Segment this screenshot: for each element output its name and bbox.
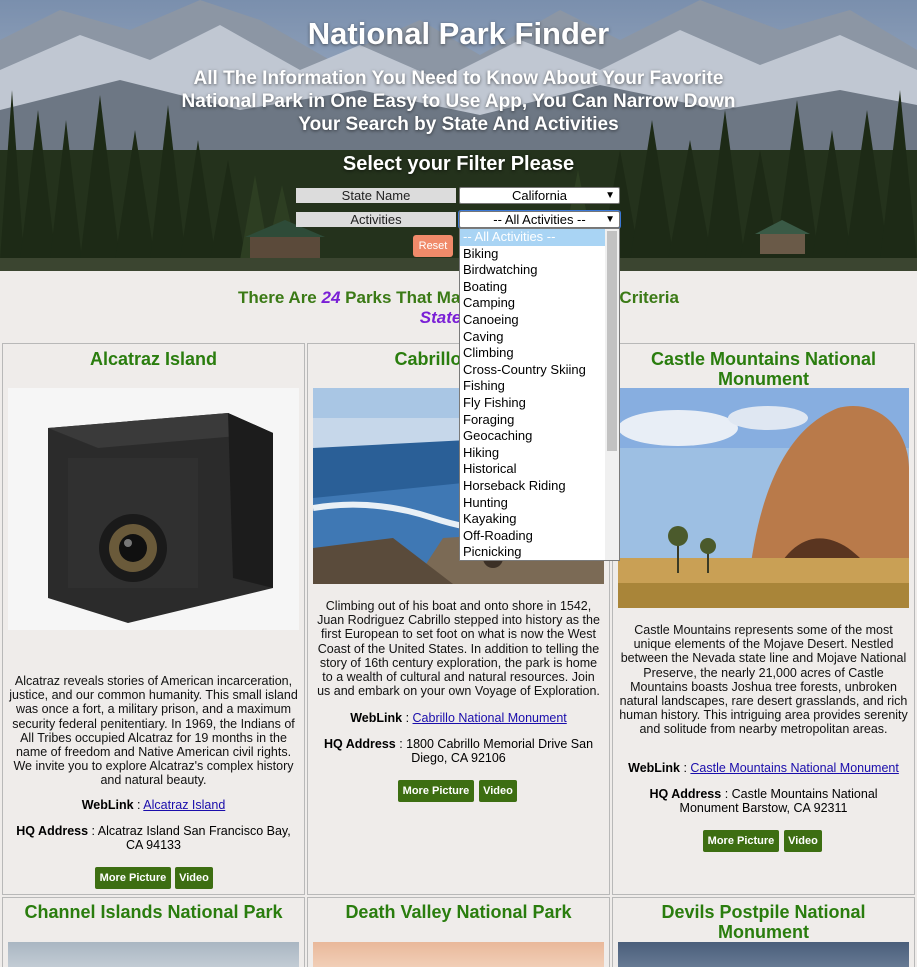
results-suffix-left: Parks That Ma [340,288,461,307]
dropdown-option[interactable]: Hunting [460,495,619,512]
page-title: National Park Finder [307,16,610,51]
state-select-value: California [512,188,567,203]
dropdown-option[interactable]: Fly Fishing [460,395,619,412]
park-description: Climbing out of his boat and onto shore … [317,599,600,699]
dropdown-option[interactable]: Geocaching [460,428,619,445]
dropdown-option[interactable]: Historical [460,461,619,478]
dropdown-option[interactable]: Canoeing [460,312,619,329]
park-image [8,388,299,630]
dropdown-option[interactable]: Horseback Riding [460,478,619,495]
hq-label: HQ Address [16,824,89,838]
park-hq-address: HQ Address : Castle Mountains National M… [649,787,878,816]
dropdown-option[interactable]: Caving [460,329,619,346]
chevron-down-icon: ▼ [605,214,615,225]
more-picture-button[interactable]: More Picture [703,830,779,852]
park-description: Castle Mountains represents some of the … [619,623,908,737]
results-count: 24 [321,288,341,307]
video-button[interactable]: Video [479,780,517,802]
park-hq-address: HQ Address : Alcatraz Island San Francis… [16,824,291,853]
weblink-label: WebLink [81,798,134,812]
park-title: Devils Postpile National Monument [661,902,866,942]
park-weblink: WebLink : Castle Mountains National Monu… [628,761,899,775]
hq-text: 1800 Cabrillo Memorial Drive San Diego, … [406,737,594,766]
more-picture-button[interactable]: More Picture [95,867,171,889]
page-subtitle: All The Information You Need to Know Abo… [181,68,736,135]
dropdown-scrollbar[interactable] [605,229,619,560]
state-name-label: State Name [296,188,456,203]
park-card: Alcatraz Island Alcatraz reveals stories… [2,343,305,895]
more-picture-button[interactable]: More Picture [398,780,474,802]
park-card: Devils Postpile National Monument [612,897,915,967]
dropdown-option[interactable]: Foraging [460,412,619,429]
park-image [618,942,909,967]
hq-label: HQ Address [323,737,396,751]
dropdown-option[interactable]: Fishing [460,378,619,395]
reset-button[interactable]: Reset [413,235,453,257]
park-card: Death Valley National Park [307,897,610,967]
dropdown-option[interactable]: Boating [460,279,619,296]
park-title: Alcatraz Island [89,349,218,369]
park-description: Alcatraz reveals stories of American inc… [9,674,298,788]
dropdown-option[interactable]: Off-Roading [460,528,619,545]
park-hq-address: HQ Address : 1800 Cabrillo Memorial Driv… [323,737,594,766]
filter-heading: Select your Filter Please [342,153,575,175]
activities-select-value: -- All Activities -- [493,212,586,227]
dropdown-option[interactable]: Climbing [460,345,619,362]
chevron-down-icon: ▼ [605,190,615,201]
activities-dropdown-list[interactable]: -- All Activities -- Biking Birdwatching Bo… [459,228,620,561]
hq-text: Alcatraz Island San Francisco Bay, CA 94… [97,824,291,853]
state-select[interactable]: California ▼ [459,187,620,204]
video-button[interactable]: Video [175,867,213,889]
dropdown-option[interactable]: Birdwatching [460,262,619,279]
activities-label: Activities [296,212,456,227]
park-card: Castle Mountains National Monument Castl… [612,343,915,895]
weblink-link[interactable]: Alcatraz Island [143,798,225,812]
park-title: Channel Islands National Park [24,902,283,922]
weblink-link[interactable]: Cabrillo National Monument [413,711,567,725]
weblink-label: WebLink [628,761,680,775]
scrollbar-thumb[interactable] [607,231,617,451]
park-image [618,388,909,608]
park-title: Death Valley National Park [345,902,572,922]
dropdown-option[interactable]: Hiking [460,445,619,462]
park-image [8,942,299,967]
park-card: Channel Islands National Park [2,897,305,967]
dropdown-option[interactable]: Camping [460,295,619,312]
weblink-link[interactable]: Castle Mountains National Monument [690,761,898,775]
park-weblink: WebLink : Alcatraz Island [81,798,226,812]
park-title: Castle Mountains National Monument [650,349,877,389]
park-weblink: WebLink : Cabrillo National Monument [350,711,567,725]
park-image [313,942,604,967]
video-button[interactable]: Video [784,830,822,852]
dropdown-option[interactable]: -- All Activities -- [460,229,619,246]
results-suffix-right: Criteria [619,288,679,307]
dropdown-option[interactable]: Picnicking [460,544,619,560]
activities-select[interactable]: -- All Activities -- ▼ [458,210,621,229]
results-prefix: There Are [238,288,322,307]
hq-label: HQ Address [649,787,722,801]
weblink-label: WebLink [350,711,403,725]
dropdown-option[interactable]: Biking [460,246,619,263]
dropdown-option[interactable]: Cross-Country Skiing [460,362,619,379]
dropdown-option[interactable]: Kayaking [460,511,619,528]
